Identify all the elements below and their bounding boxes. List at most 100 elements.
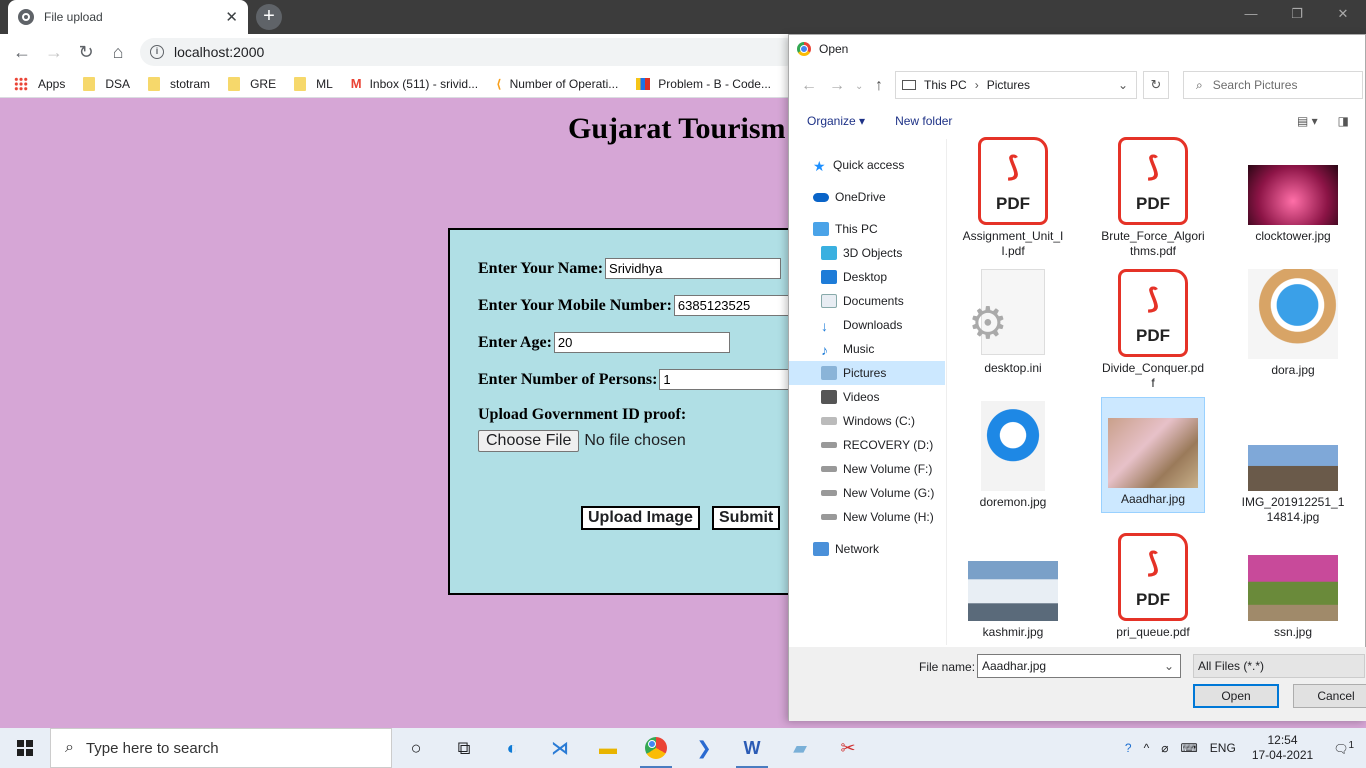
bookmark-inbox[interactable]: M Inbox (511) - srivid... — [351, 76, 478, 91]
path-segment[interactable]: This PC — [924, 78, 967, 92]
chevron-down-icon[interactable]: ⌄ — [1164, 655, 1174, 677]
view-options-icon[interactable]: ▤ ▾ ◨ — [1297, 114, 1349, 128]
organize-button[interactable]: Organize ▾ — [807, 114, 865, 128]
nav-downloads[interactable]: ↓ Downloads — [821, 313, 902, 337]
up-arrow-icon[interactable]: ↑ — [875, 77, 883, 95]
minimize-button[interactable]: — — [1228, 0, 1274, 30]
folder-icon — [83, 76, 96, 91]
age-input[interactable] — [553, 332, 730, 353]
network-icon — [813, 542, 829, 556]
file-item-dora-jpg[interactable]: dora.jpg — [1241, 269, 1345, 378]
reload-icon[interactable]: ↻ — [70, 42, 102, 63]
nav-this-pc[interactable]: This PC — [813, 217, 878, 241]
dora-thumbnail — [1248, 269, 1338, 359]
file-item-ssn-jpg[interactable]: ssn.jpg — [1241, 533, 1345, 640]
document-icon — [821, 294, 837, 308]
path-segment[interactable]: Pictures — [987, 78, 1030, 92]
file-item-assignment-pdf[interactable]: ⟆ PDF Assignment_Unit_II.pdf — [961, 137, 1065, 259]
word-icon[interactable]: W — [728, 728, 776, 768]
file-explorer-icon[interactable]: ▬ — [584, 728, 632, 768]
file-type-filter[interactable]: All Files (*.*) — [1193, 654, 1365, 678]
site-info-icon[interactable]: i — [150, 45, 164, 59]
cortana-icon[interactable]: ○ — [392, 728, 440, 768]
bookmark-stotram[interactable]: stotram — [148, 76, 210, 91]
mobile-input[interactable] — [673, 295, 794, 316]
persons-input[interactable] — [659, 369, 795, 390]
dialog-back-icon[interactable]: ← — [801, 77, 817, 95]
new-folder-button[interactable]: New folder — [895, 114, 952, 128]
address-bar[interactable]: i localhost:2000 — [140, 38, 800, 66]
notification-center-icon[interactable]: 🗨1 — [1333, 740, 1354, 756]
nav-documents[interactable]: Documents — [821, 289, 904, 313]
choose-file-button[interactable]: Choose File — [478, 430, 580, 452]
drive-icon — [821, 466, 837, 472]
bookmark-gre[interactable]: GRE — [228, 76, 276, 91]
edge-icon[interactable]: ◐ — [488, 728, 536, 768]
name-input[interactable] — [605, 258, 782, 279]
tab-close-icon[interactable]: ✕ — [225, 8, 238, 26]
dialog-path-bar[interactable]: This PC › Pictures ⌄ — [895, 71, 1137, 99]
nav-music[interactable]: ♪ Music — [821, 337, 874, 361]
refresh-icon[interactable]: ↻ — [1143, 71, 1169, 99]
nav-quick-access[interactable]: ★ Quick access — [813, 153, 904, 177]
restore-button[interactable]: ❐ — [1274, 0, 1320, 30]
close-window-button[interactable]: ✕ — [1320, 0, 1366, 30]
home-icon[interactable]: ⌂ — [102, 42, 134, 63]
nav-windows-c[interactable]: Windows (C:) — [821, 409, 915, 433]
pdf-badge-label: PDF — [1136, 326, 1170, 345]
keyboard-icon[interactable]: ⌨ — [1180, 741, 1197, 755]
bookmark-leetcode[interactable]: ⟨ Number of Operati... — [496, 77, 618, 91]
back-arrow-icon[interactable]: ← — [6, 42, 38, 63]
language-indicator[interactable]: ENG — [1210, 741, 1236, 755]
file-item-kashmir-jpg[interactable]: kashmir.jpg — [961, 533, 1065, 640]
file-item-aadhar-jpg[interactable]: Aaadhar.jpg — [1101, 397, 1205, 513]
nav-network[interactable]: Network — [813, 537, 879, 561]
powershell-icon[interactable]: ❯ — [680, 728, 728, 768]
bookmark-apps[interactable]: Apps — [14, 76, 65, 91]
file-item-img-jpg[interactable]: IMG_201912251_114814.jpg — [1241, 401, 1345, 525]
file-item-doremon-jpg[interactable]: doremon.jpg — [961, 401, 1065, 510]
file-item-divide-conquer-pdf[interactable]: ⟆ PDF Divide_Conquer.pdf — [1101, 269, 1205, 391]
file-item-desktop-ini[interactable]: ⚙ desktop.ini — [961, 269, 1065, 376]
nav-desktop[interactable]: Desktop — [821, 265, 887, 289]
bookmark-codeforces[interactable]: Problem - B - Code... — [636, 77, 771, 91]
recent-locations-icon[interactable]: ⌄ — [855, 81, 863, 92]
file-item-clocktower-jpg[interactable]: clocktower.jpg — [1241, 137, 1345, 244]
nav-volume-f[interactable]: New Volume (F:) — [821, 457, 932, 481]
task-view-icon[interactable]: ⧉ — [440, 728, 488, 768]
nav-recovery-d[interactable]: RECOVERY (D:) — [821, 433, 933, 457]
notepad-icon[interactable]: ▰ — [776, 728, 824, 768]
start-button[interactable] — [0, 728, 50, 768]
file-item-brute-force-pdf[interactable]: ⟆ PDF Brute_Force_Algorithms.pdf — [1101, 137, 1205, 259]
nav-videos[interactable]: Videos — [821, 385, 879, 409]
bookmark-ml[interactable]: ML — [294, 76, 333, 91]
nav-volume-g[interactable]: New Volume (G:) — [821, 481, 934, 505]
dialog-search-box[interactable]: ⌕ Search Pictures — [1183, 71, 1363, 99]
open-button[interactable]: Open — [1193, 684, 1279, 708]
help-icon[interactable]: ? — [1125, 741, 1132, 755]
chrome-taskbar-icon[interactable] — [632, 728, 680, 768]
chevron-up-icon[interactable]: ^ — [1144, 741, 1150, 755]
network-status-icon[interactable]: ⌀ — [1161, 741, 1168, 755]
taskbar-search-box[interactable]: ⌕ Type here to search — [50, 728, 392, 768]
snipping-tool-icon[interactable]: ✂ — [824, 728, 872, 768]
file-item-pri-queue-pdf[interactable]: ⟆ PDF pri_queue.pdf — [1101, 533, 1205, 640]
cancel-button[interactable]: Cancel — [1293, 684, 1366, 708]
bookmark-dsa[interactable]: DSA — [83, 76, 130, 91]
chevron-down-icon[interactable]: ⌄ — [1118, 78, 1128, 92]
nav-volume-h[interactable]: New Volume (H:) — [821, 505, 934, 529]
upload-image-button[interactable]: Upload Image — [581, 506, 700, 530]
file-name-input[interactable]: Aaadhar.jpg ⌄ — [977, 654, 1181, 678]
nav-onedrive[interactable]: OneDrive — [813, 185, 886, 209]
dialog-forward-icon[interactable]: → — [829, 77, 845, 95]
forward-arrow-icon[interactable]: → — [38, 42, 70, 63]
tab-file-upload[interactable]: File upload ✕ — [8, 0, 248, 34]
apps-grid-icon — [14, 76, 28, 91]
file-label: Brute_Force_Algorithms.pdf — [1101, 229, 1205, 258]
clock[interactable]: 12:54 17-04-2021 — [1252, 733, 1313, 763]
submit-button[interactable]: Submit — [712, 506, 781, 530]
new-tab-button[interactable]: + — [256, 4, 282, 30]
nav-pictures[interactable]: Pictures — [789, 361, 945, 385]
vscode-icon[interactable]: ⋊ — [536, 728, 584, 768]
nav-3d-objects[interactable]: 3D Objects — [821, 241, 902, 265]
